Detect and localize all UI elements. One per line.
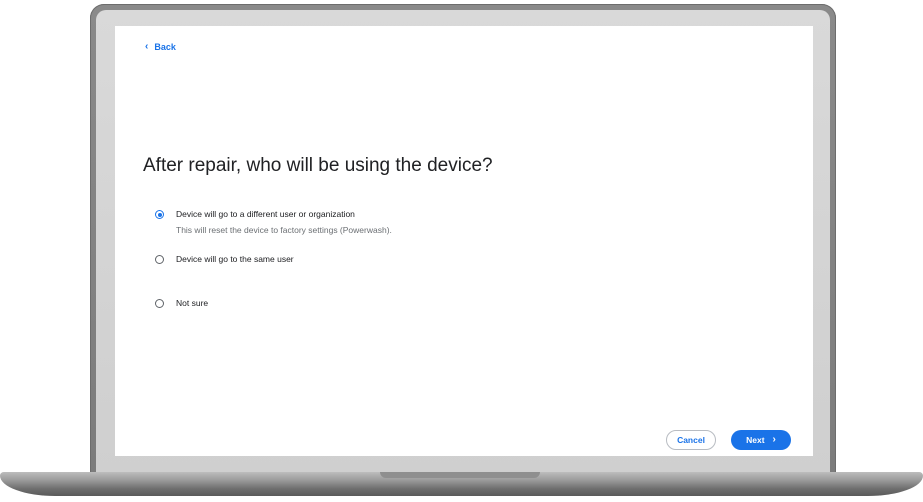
option-not-sure[interactable]: Not sure — [155, 298, 208, 308]
option-different-user[interactable]: Device will go to a different user or or… — [155, 209, 392, 235]
option-label: Not sure — [176, 298, 209, 308]
next-label: Next — [746, 435, 765, 445]
next-button[interactable]: Next › — [731, 430, 791, 450]
option-sublabel: This will reset the device to factory se… — [176, 225, 392, 235]
laptop-base — [0, 472, 923, 496]
option-label: Device will go to the same user — [176, 254, 294, 264]
back-link[interactable]: ‹ Back — [145, 41, 176, 53]
laptop-mockup: ‹ Back After repair, who will be using t… — [0, 0, 923, 502]
chevron-right-icon: › — [772, 434, 776, 445]
radio-same-user[interactable] — [155, 255, 164, 264]
laptop-hinge-notch — [380, 472, 540, 478]
cancel-button[interactable]: Cancel — [666, 430, 716, 450]
cancel-label: Cancel — [677, 435, 705, 445]
laptop-lid: ‹ Back After repair, who will be using t… — [90, 4, 836, 474]
screen: ‹ Back After repair, who will be using t… — [115, 26, 813, 456]
chevron-left-icon: ‹ — [145, 41, 149, 52]
option-label: Device will go to a different user or or… — [176, 209, 355, 219]
radio-not-sure[interactable] — [155, 299, 164, 308]
back-label: Back — [154, 42, 176, 52]
radio-different-user[interactable] — [155, 210, 164, 219]
screen-bezel: ‹ Back After repair, who will be using t… — [96, 10, 830, 474]
option-same-user[interactable]: Device will go to the same user — [155, 254, 294, 264]
page-title: After repair, who will be using the devi… — [143, 155, 493, 176]
